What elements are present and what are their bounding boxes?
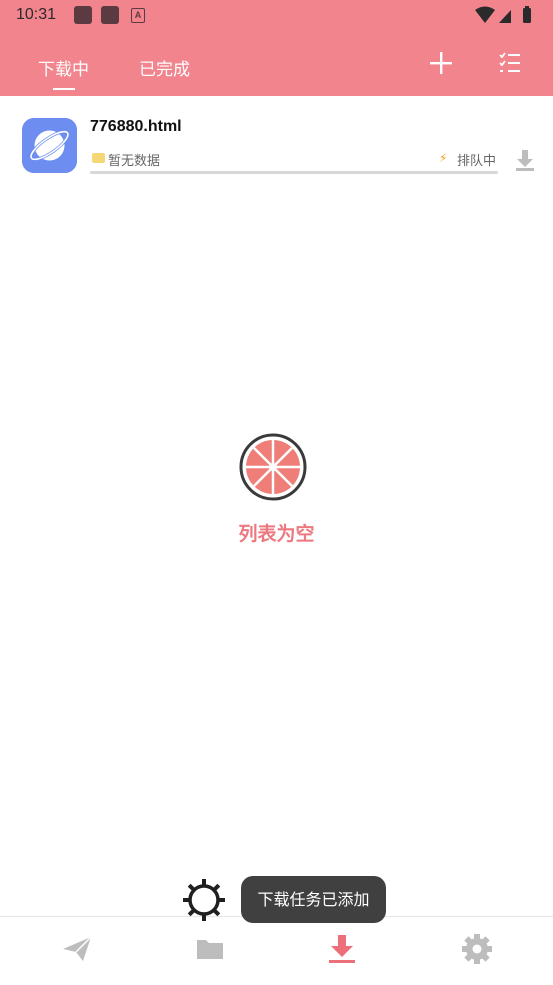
lightning-icon: ⚡	[439, 151, 448, 165]
tab-completed[interactable]: 已完成	[139, 55, 190, 80]
tab-downloading[interactable]: 下载中	[38, 55, 89, 80]
empty-state-text: 列表为空	[238, 523, 315, 545]
folder-icon[interactable]	[194, 933, 226, 965]
battery-icon	[523, 8, 531, 23]
wifi-icon	[475, 6, 495, 23]
checklist-icon[interactable]	[497, 50, 523, 76]
tab-indicator	[53, 88, 75, 90]
status-bar: 10:31 A	[0, 0, 553, 32]
download-status: 排队中	[457, 154, 497, 169]
status-time: 10:31	[16, 6, 57, 23]
app-header: 10:31 A 下载中 已完成	[0, 0, 553, 96]
file-name: 776880.html	[90, 118, 182, 135]
download-icon[interactable]	[514, 148, 536, 172]
download-list-item[interactable]: 776880.html 暂无数据 ⚡ 排队中	[0, 108, 553, 184]
download-icon[interactable]	[326, 933, 358, 965]
bottom-navigation	[0, 916, 553, 985]
grapefruit-icon	[239, 433, 307, 501]
folder-icon	[92, 153, 105, 163]
signal-icon	[499, 10, 511, 23]
file-path: 暂无数据	[108, 154, 161, 169]
loading-gear-icon	[183, 879, 225, 921]
notification-icon	[74, 6, 92, 24]
status-icons	[475, 6, 531, 23]
toast-message: 下载任务已添加	[241, 876, 386, 923]
plus-icon[interactable]	[428, 50, 454, 76]
notification-icon	[101, 6, 119, 24]
send-icon[interactable]	[61, 933, 93, 965]
progress-bar	[90, 171, 498, 174]
settings-icon[interactable]	[461, 933, 493, 965]
accessibility-icon: A	[131, 8, 145, 23]
planet-icon	[22, 118, 77, 173]
